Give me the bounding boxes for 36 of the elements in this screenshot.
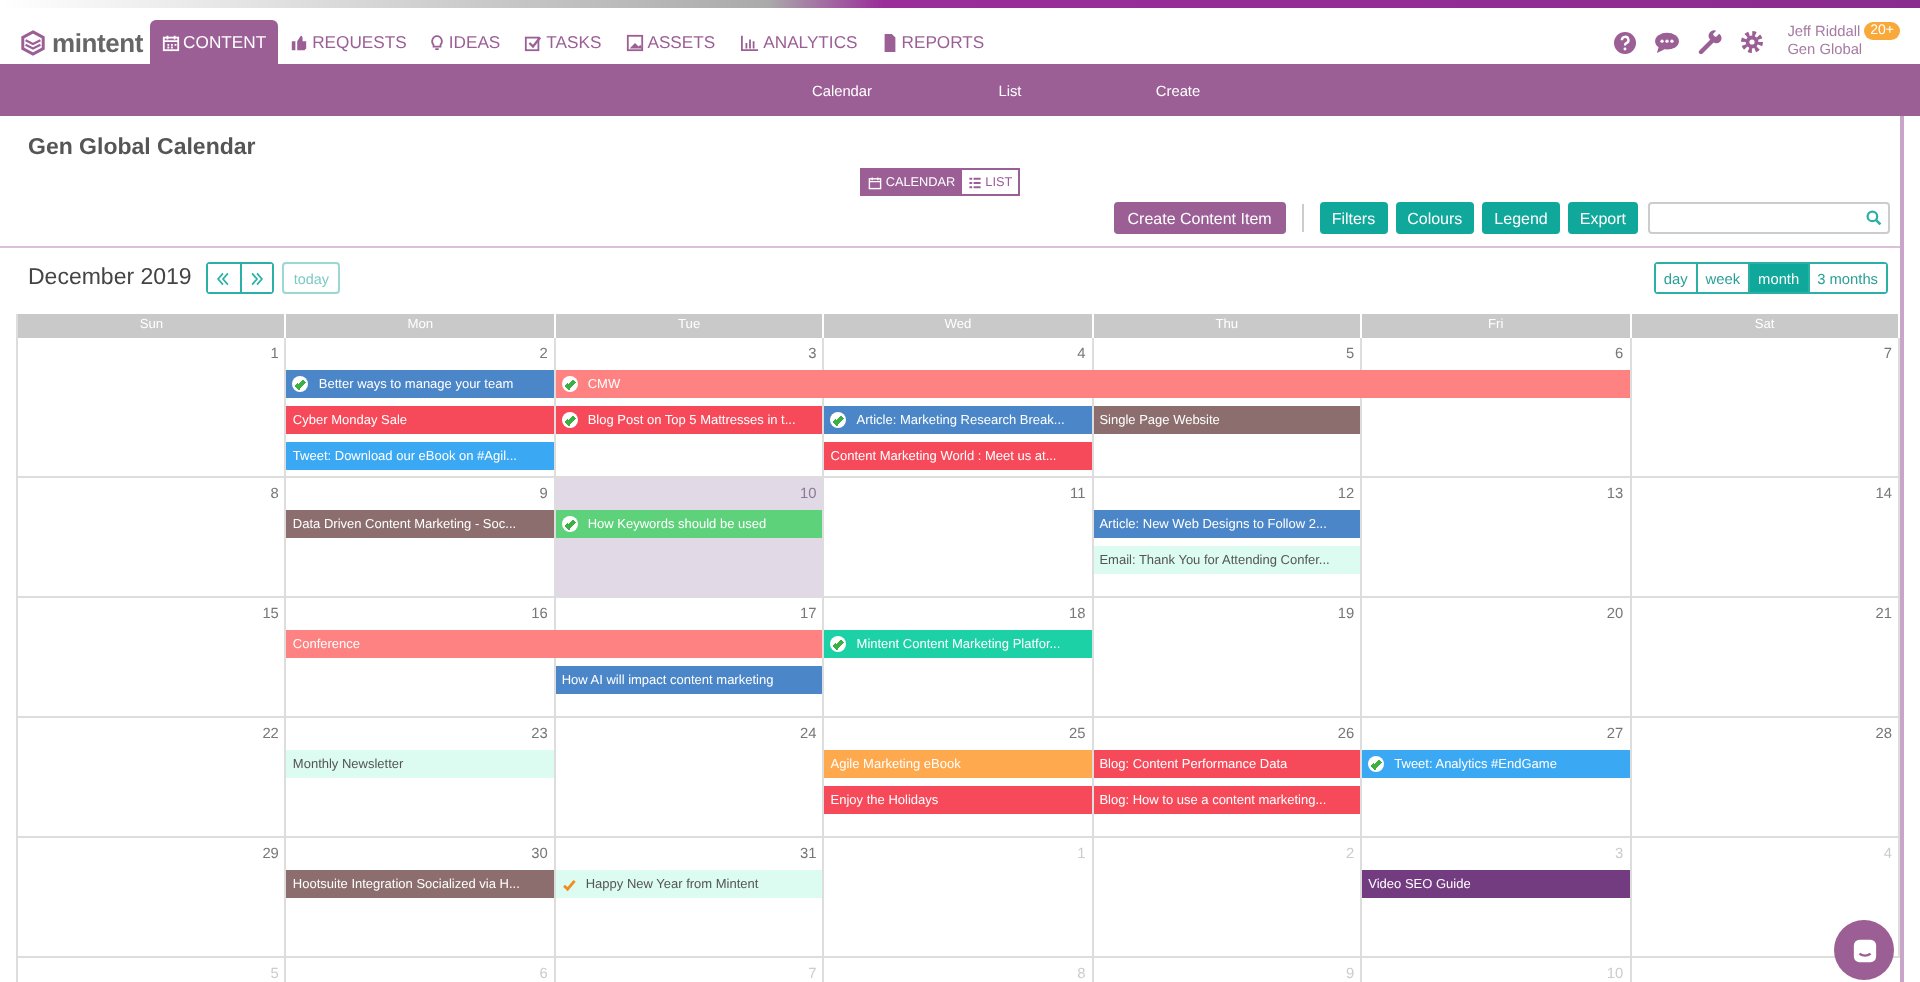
checkbox-icon: [524, 33, 543, 51]
chat-bubble-icon: [1653, 31, 1680, 53]
create-button[interactable]: Create Content Item: [1113, 202, 1286, 234]
double-chevron-right-icon: [249, 271, 264, 285]
toolbar-button[interactable]: Export: [1567, 202, 1638, 234]
chat-button[interactable]: [1834, 920, 1894, 980]
nav-tab[interactable]: ASSETS: [613, 20, 728, 64]
search-field[interactable]: [1648, 202, 1890, 234]
search-icon: [1866, 210, 1882, 226]
nav-tab[interactable]: TASKS: [512, 20, 614, 64]
calendar-icon: [867, 175, 882, 189]
next-button[interactable]: [239, 264, 272, 292]
nav-tab[interactable]: CONTENT: [149, 20, 279, 64]
settings-icon: [1739, 30, 1764, 54]
nav-tab[interactable]: ANALYTICS: [727, 20, 870, 64]
double-chevron-left-icon: [216, 271, 231, 285]
wrench-icon: [1697, 30, 1722, 54]
help-icon: [1613, 31, 1636, 53]
lightbulb-icon: [430, 33, 445, 51]
image-icon: [625, 33, 644, 51]
toolbar-button[interactable]: Filters: [1319, 202, 1388, 234]
document-icon: [881, 33, 898, 51]
toolbar-button[interactable]: Colours: [1395, 202, 1475, 234]
thumbs-up-icon: [290, 33, 309, 51]
bar-chart-icon: [739, 33, 760, 51]
calendar-icon: [161, 33, 180, 51]
list-icon: [967, 175, 982, 189]
nav-tab[interactable]: REQUESTS: [278, 20, 419, 64]
nav-tab[interactable]: IDEAS: [418, 20, 513, 64]
page-title: Gen Global Calendar: [28, 136, 256, 164]
logo-text: mintent: [52, 27, 144, 57]
chat-icon: [1851, 937, 1877, 963]
hexagon-logo-icon: [20, 29, 46, 55]
nav-tab[interactable]: REPORTS: [869, 20, 997, 64]
toolbar-button[interactable]: Legend: [1482, 202, 1560, 234]
month-title: December 2019: [28, 266, 192, 290]
